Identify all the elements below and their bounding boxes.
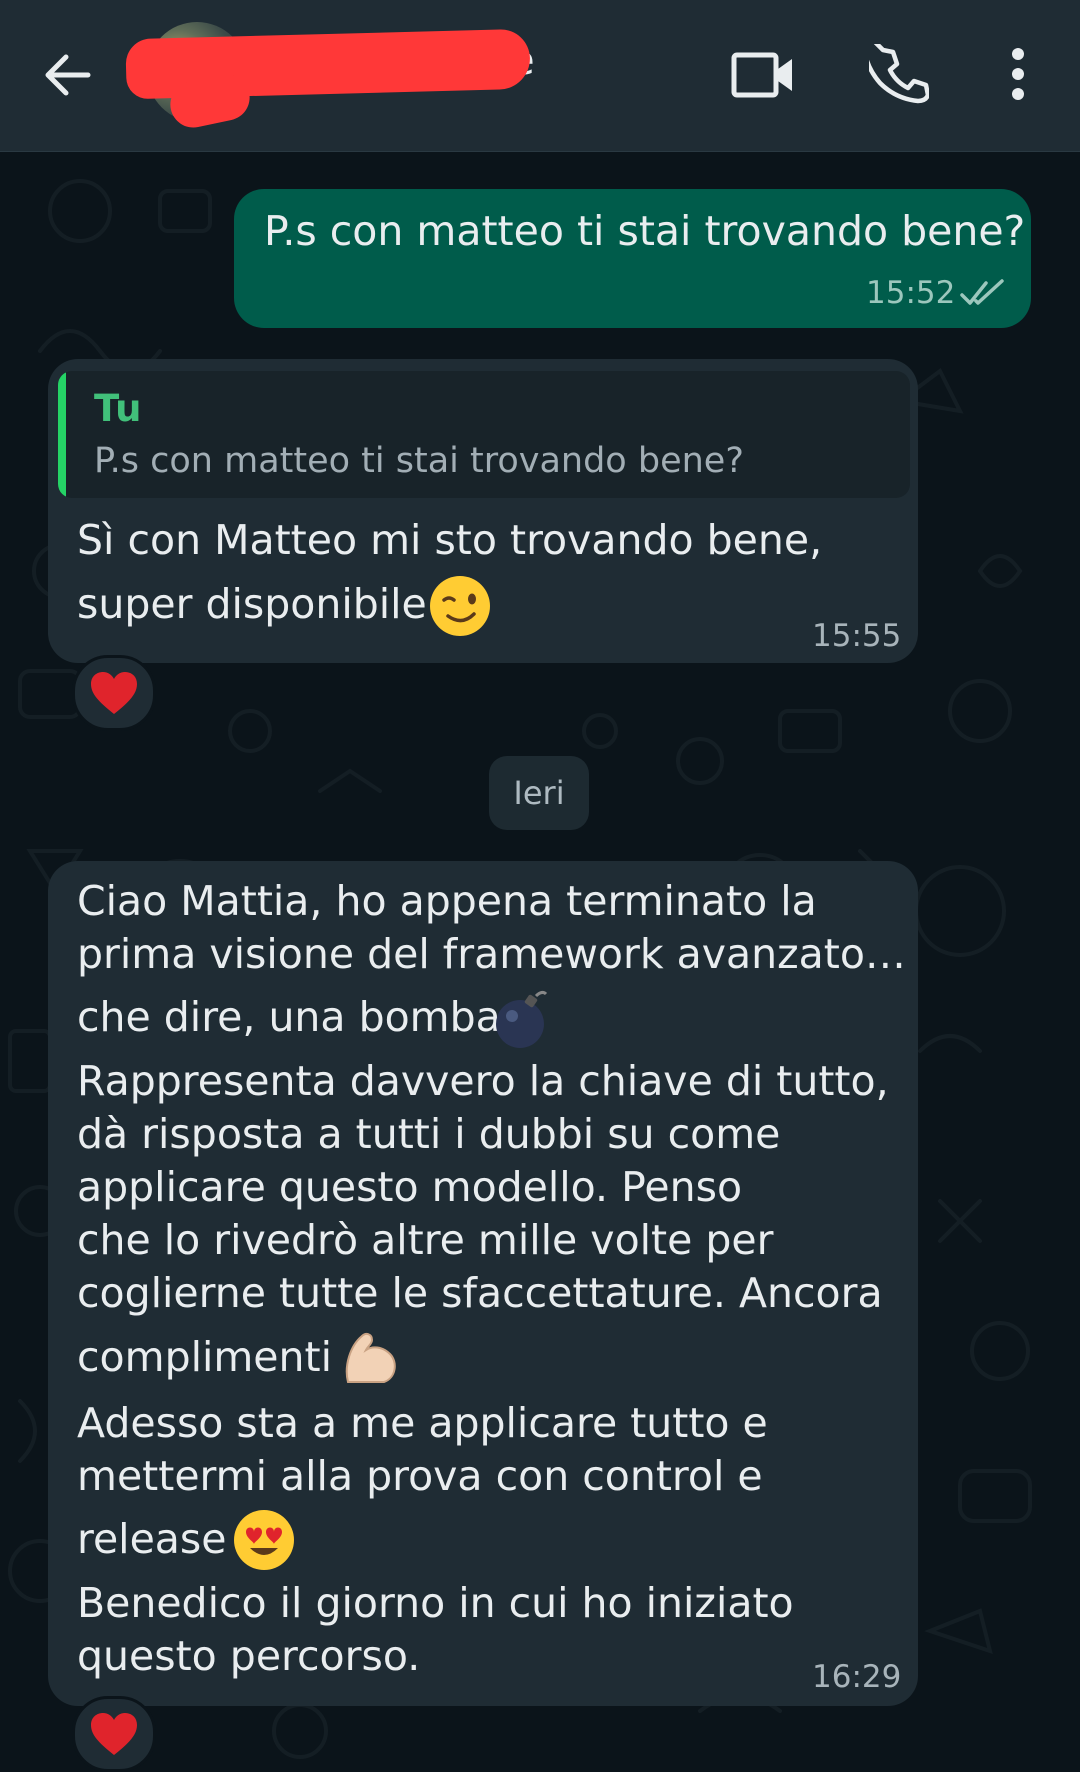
message-text-line: questo percorso. <box>77 1632 421 1680</box>
phone-icon[interactable] <box>869 44 929 104</box>
chat-header: e <box>0 0 1080 152</box>
heart-eyes-emoji-icon <box>234 1510 294 1570</box>
flexed-biceps-emoji-icon <box>345 1332 396 1383</box>
message-text-line: che dire, una bomba <box>77 993 501 1041</box>
outgoing-message[interactable]: P.s con matteo ti stai trovando bene? 15… <box>234 189 1031 328</box>
message-text-line: che lo rivedrò altre mille volte per <box>77 1216 774 1264</box>
message-text-line: Adesso sta a me applicare tutto e <box>77 1399 768 1447</box>
reaction-badge[interactable] <box>72 655 156 731</box>
message-time: 15:55 <box>812 618 902 654</box>
message-text-line: Ciao Mattia, ho appena terminato la <box>77 877 817 925</box>
red-heart-icon <box>91 1713 137 1755</box>
message-text-line: Rappresenta davvero la chiave di tutto, <box>77 1057 889 1105</box>
quote-accent-bar <box>58 371 66 498</box>
quoted-message[interactable]: Tu P.s con matteo ti stai trovando bene? <box>58 371 910 498</box>
message-text-line: dà risposta a tutti i dubbi su come <box>77 1110 781 1158</box>
quote-author: Tu <box>94 387 142 430</box>
video-camera-icon[interactable] <box>730 47 796 103</box>
message-text-line: Sì con Matteo mi sto trovando bene, <box>77 516 823 564</box>
message-text-line: super disponibile <box>77 580 427 628</box>
red-heart-icon <box>91 672 137 714</box>
message-text-line: applicare questo modello. Penso <box>77 1163 743 1211</box>
message-text-line: complimenti <box>77 1333 332 1381</box>
message-text-line: release <box>77 1515 227 1563</box>
back-arrow-icon[interactable] <box>40 47 96 103</box>
message-text-line: coglierne tutte le sfaccettature. Ancora <box>77 1269 883 1317</box>
more-vertical-icon[interactable] <box>998 44 1038 104</box>
bomb-emoji-icon <box>496 990 548 1048</box>
message-text-line: prima visione del framework avanzato… <box>77 930 906 978</box>
message-time: 15:52 <box>866 275 956 311</box>
quote-text: P.s con matteo ti stai trovando bene? <box>94 441 744 481</box>
message-text: P.s con matteo ti stai trovando bene? <box>264 207 1026 255</box>
winking-face-emoji-icon <box>430 576 490 636</box>
double-check-icon <box>960 279 1004 305</box>
message-text-line: mettermi alla prova con control e <box>77 1452 763 1500</box>
message-time: 16:29 <box>812 1659 902 1695</box>
date-divider: Ieri <box>489 756 589 830</box>
message-text-line: Benedico il giorno in cui ho iniziato <box>77 1579 794 1627</box>
